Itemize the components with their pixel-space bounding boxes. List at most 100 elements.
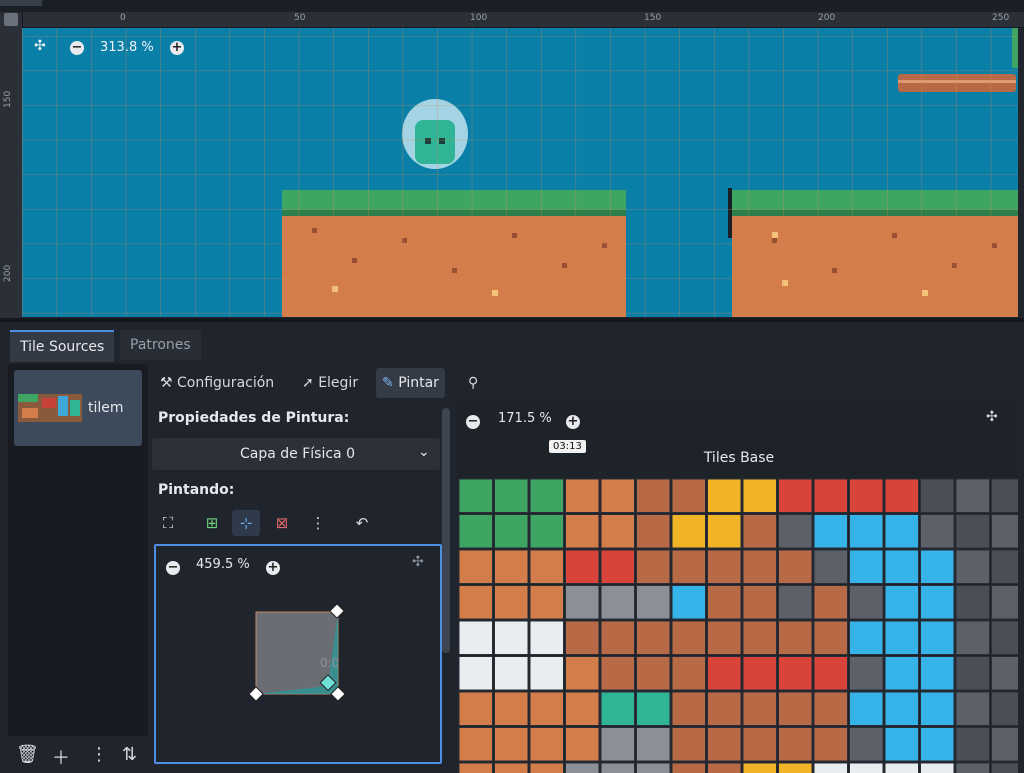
paint-layer-select[interactable]: Capa de Física 0 ⌄ — [152, 438, 440, 470]
atlas-tile — [813, 691, 848, 726]
atlas-tile — [636, 585, 671, 620]
atlas-tile — [707, 478, 742, 513]
atlas-tile — [884, 478, 919, 513]
level-canvas — [22, 28, 1018, 317]
atlas-tile — [636, 478, 671, 513]
atlas-tile — [565, 691, 600, 726]
atlas-tile — [742, 656, 777, 691]
mode-paint[interactable]: ✎ Pintar — [376, 368, 445, 398]
ruler-tick: 0 — [120, 13, 126, 23]
atlas-tile — [920, 478, 955, 513]
atlas-tile — [494, 691, 529, 726]
atlas-tile — [529, 585, 564, 620]
atlas-tile — [529, 620, 564, 655]
tile-atlas[interactable] — [458, 478, 1018, 773]
atlas-tile — [565, 514, 600, 549]
tab-tile-sources[interactable]: Tile Sources — [10, 330, 115, 362]
atlas-tile — [742, 549, 777, 584]
properties-scrollbar[interactable] — [442, 408, 450, 653]
atlas-tile — [813, 620, 848, 655]
remove-point-icon[interactable]: ⊠ — [268, 510, 296, 536]
add-icon[interactable]: ＋ — [52, 744, 70, 770]
atlas-tile — [920, 585, 955, 620]
add-point-icon[interactable]: ⊞ — [198, 510, 226, 536]
atlas-tile — [707, 727, 742, 762]
trash-icon[interactable]: 🗑 — [16, 744, 39, 765]
atlas-tile — [707, 620, 742, 655]
sources-list: tilem — [8, 364, 148, 736]
mode-configuration[interactable]: ⚒ Configuración — [154, 368, 280, 398]
atlas-grid — [458, 478, 1018, 773]
atlas-tile — [565, 478, 600, 513]
atlas-tile — [458, 656, 493, 691]
atlas-tile — [884, 656, 919, 691]
zoom-in-button[interactable]: + — [170, 39, 184, 55]
picker-button[interactable]: ⚲ — [462, 368, 484, 398]
paint-layer-value: Capa de Física 0 — [240, 446, 355, 462]
atlas-tile — [671, 620, 706, 655]
atlas-tile — [813, 762, 848, 773]
polygon-editor[interactable]: − 459.5 % + ✣ 0:0 — [154, 544, 442, 764]
atlas-tile — [671, 691, 706, 726]
atlas-tile — [920, 620, 955, 655]
atlas-tile — [707, 585, 742, 620]
atlas-tile — [636, 727, 671, 762]
ruler-tick: 200 — [3, 264, 13, 282]
mode-paint-label: Pintar — [398, 375, 439, 391]
more-options-icon[interactable]: ⋮ — [304, 510, 332, 536]
zoom-in-button[interactable]: + — [566, 410, 580, 429]
atlas-tile — [742, 514, 777, 549]
atlas-tile — [565, 656, 600, 691]
horizontal-ruler: 0 50 100 150 200 250 — [22, 12, 1024, 28]
atlas-tile — [529, 762, 564, 773]
atlas-tile — [884, 514, 919, 549]
center-view-icon[interactable]: ✣ — [34, 38, 46, 54]
atlas-tile — [494, 620, 529, 655]
atlas-tile — [529, 691, 564, 726]
atlas-tile — [884, 762, 919, 773]
atlas-tile — [955, 585, 990, 620]
fit-view-icon[interactable]: ⛶ — [154, 510, 182, 536]
atlas-tile — [565, 585, 600, 620]
atlas-tile — [458, 727, 493, 762]
tab-patterns[interactable]: Patrones — [120, 330, 201, 360]
atlas-tile — [991, 478, 1018, 513]
atlas-tile — [600, 585, 635, 620]
paint-properties-title: Propiedades de Pintura: — [158, 410, 350, 426]
atlas-tile — [671, 514, 706, 549]
atlas-tile — [849, 727, 884, 762]
zoom-out-button[interactable]: − — [466, 410, 480, 429]
ruler-tick: 200 — [818, 13, 836, 23]
atlas-tile — [529, 478, 564, 513]
atlas-tile — [494, 514, 529, 549]
editor-tab-stub[interactable] — [0, 0, 42, 6]
atlas-tile — [742, 727, 777, 762]
scene-viewport[interactable]: ✣ − 313.8 % + — [22, 28, 1018, 317]
atlas-zoom-level[interactable]: 171.5 % — [498, 411, 552, 426]
atlas-tile — [778, 514, 813, 549]
atlas-tile — [991, 691, 1018, 726]
atlas-tile — [565, 762, 600, 773]
atlas-tile — [991, 549, 1018, 584]
sort-icon[interactable]: ⇅ — [122, 744, 137, 765]
more-options-icon[interactable]: ⋮ — [90, 744, 108, 765]
atlas-tile — [529, 514, 564, 549]
source-label: tilem — [88, 400, 124, 416]
ruler-tick: 150 — [644, 13, 662, 23]
atlas-tile — [671, 762, 706, 773]
zoom-out-button[interactable]: − — [70, 39, 84, 55]
edit-points-icon[interactable]: ⊹ — [232, 510, 260, 536]
atlas-tile — [778, 656, 813, 691]
reset-polygon-icon[interactable]: ↶ — [348, 510, 376, 536]
tools-icon: ⚒ — [160, 375, 178, 391]
eyedropper-icon: ⚲ — [468, 375, 479, 391]
top-strip — [0, 0, 1024, 12]
center-view-icon[interactable]: ✣ — [986, 409, 998, 425]
source-item-tilem[interactable]: tilem — [14, 370, 142, 446]
atlas-tile — [600, 620, 635, 655]
atlas-tile — [955, 762, 990, 773]
mode-select[interactable]: ➚ Elegir — [296, 368, 364, 398]
atlas-tile — [884, 620, 919, 655]
atlas-tile — [458, 691, 493, 726]
zoom-level[interactable]: 313.8 % — [100, 40, 154, 55]
